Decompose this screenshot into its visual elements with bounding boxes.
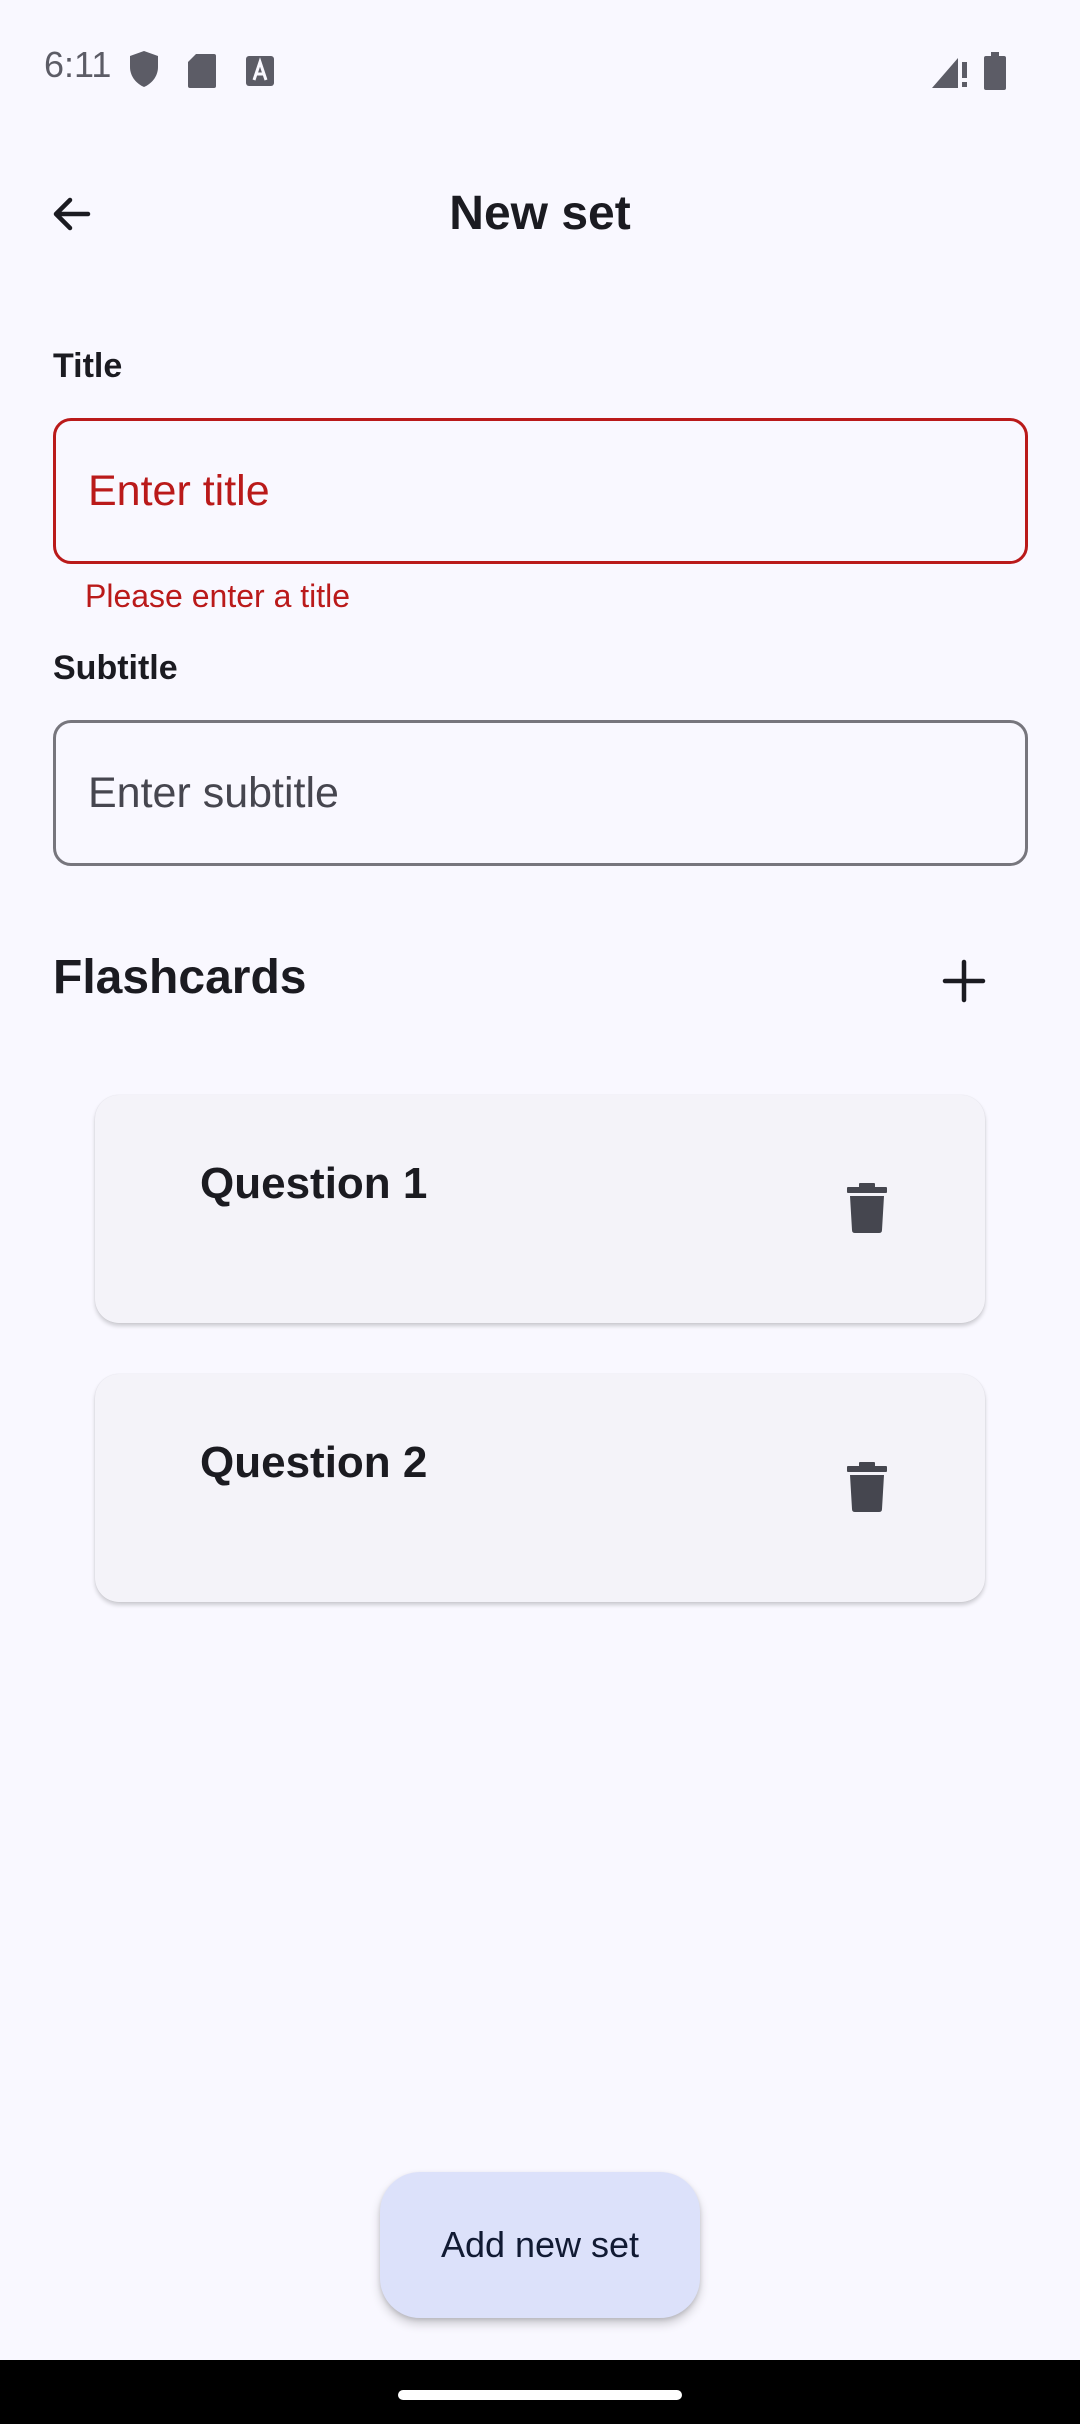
plus-icon	[942, 959, 986, 1008]
status-bar: 6:11	[0, 0, 1080, 140]
page-title: New set	[449, 187, 631, 240]
signal-icon	[932, 54, 968, 88]
screen: 6:11 New set Title Enter title Please en…	[0, 0, 1080, 2424]
flashcard-item[interactable]: Question 1	[95, 1095, 985, 1323]
shield-icon	[128, 50, 160, 88]
trash-icon	[847, 1461, 887, 1517]
delete-flashcard-button[interactable]	[837, 1175, 897, 1245]
add-new-set-label: Add new set	[440, 2224, 640, 2265]
flashcard-title: Question 1	[200, 1159, 428, 1208]
delete-flashcard-button[interactable]	[837, 1454, 897, 1524]
title-input[interactable]: Enter title	[53, 418, 1028, 564]
title-label: Title	[53, 347, 123, 385]
flashcard-title: Question 2	[200, 1438, 428, 1487]
system-nav-bar	[0, 2360, 1080, 2424]
app-bar: New set	[0, 160, 1080, 270]
subtitle-input[interactable]: Enter subtitle	[53, 720, 1028, 866]
text-a-icon	[246, 56, 274, 86]
home-gesture-handle[interactable]	[398, 2390, 682, 2400]
status-time: 6:11	[44, 44, 112, 85]
add-new-set-button[interactable]: Add new set	[380, 2172, 700, 2318]
subtitle-label: Subtitle	[53, 649, 178, 687]
title-error-text: Please enter a title	[85, 578, 351, 614]
battery-icon	[984, 52, 1006, 90]
flashcard-item[interactable]: Question 2	[95, 1374, 985, 1602]
title-input-placeholder: Enter title	[88, 466, 270, 515]
trash-icon	[847, 1182, 887, 1238]
subtitle-input-placeholder: Enter subtitle	[88, 768, 339, 817]
sd-card-icon	[188, 54, 216, 88]
add-flashcard-button[interactable]	[928, 947, 1000, 1019]
flashcards-heading: Flashcards	[53, 951, 307, 1004]
